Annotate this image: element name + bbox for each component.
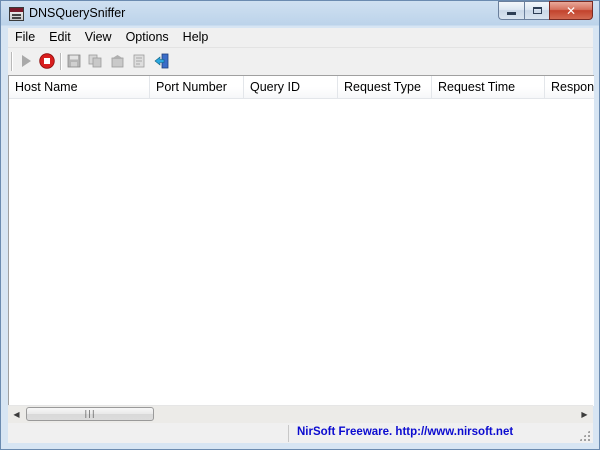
window-title: DNSQuerySniffer xyxy=(29,6,126,20)
close-icon: ✕ xyxy=(565,3,577,18)
minimize-icon xyxy=(507,12,516,15)
properties-button[interactable] xyxy=(130,52,148,70)
arrow-left-icon: ◀ xyxy=(13,410,20,419)
title-bar[interactable]: DNSQuerySniffer ✕ xyxy=(1,1,599,27)
properties-icon xyxy=(133,54,145,68)
copy-icon xyxy=(88,54,102,68)
maximize-icon xyxy=(532,7,542,14)
column-response[interactable]: Response xyxy=(545,76,594,98)
query-list[interactable]: Host Name Port Number Query ID Request T… xyxy=(8,75,594,406)
nirsoft-link[interactable]: NirSoft Freeware. http://www.nirsoft.net xyxy=(297,426,513,438)
menu-help[interactable]: Help xyxy=(176,28,216,47)
html-report-button[interactable] xyxy=(108,52,126,70)
menu-bar: File Edit View Options Help xyxy=(8,28,593,47)
app-icon[interactable] xyxy=(9,7,24,21)
play-icon xyxy=(22,55,31,67)
menu-edit[interactable]: Edit xyxy=(42,28,78,47)
toolbar xyxy=(8,47,593,75)
column-port-number[interactable]: Port Number xyxy=(150,76,244,98)
menu-view[interactable]: View xyxy=(78,28,119,47)
caption-buttons: ✕ xyxy=(498,1,593,21)
exit-button[interactable] xyxy=(153,52,171,70)
start-capture-button[interactable] xyxy=(17,52,35,70)
save-icon xyxy=(67,54,81,68)
status-pane-info xyxy=(8,425,286,442)
stop-capture-button[interactable] xyxy=(38,52,56,70)
exit-icon xyxy=(154,53,169,69)
status-bar: NirSoft Freeware. http://www.nirsoft.net xyxy=(8,423,593,443)
horizontal-scrollbar[interactable]: ◀ ||| ▶ xyxy=(8,405,593,423)
arrow-right-icon: ▶ xyxy=(581,410,588,419)
scroll-right-button[interactable]: ▶ xyxy=(576,406,593,423)
maximize-button[interactable] xyxy=(524,1,549,20)
column-header-row: Host Name Port Number Query ID Request T… xyxy=(9,76,594,99)
column-request-type[interactable]: Request Type xyxy=(338,76,432,98)
thumb-grip-icon: ||| xyxy=(84,409,96,418)
column-query-id[interactable]: Query ID xyxy=(244,76,338,98)
column-request-time[interactable]: Request Time xyxy=(432,76,545,98)
column-host-name[interactable]: Host Name xyxy=(9,76,150,98)
stop-icon xyxy=(39,53,55,69)
scroll-left-button[interactable]: ◀ xyxy=(8,406,25,423)
scrollbar-thumb[interactable]: ||| xyxy=(26,407,154,421)
toolbar-separator xyxy=(60,53,62,70)
close-button[interactable]: ✕ xyxy=(549,1,593,20)
minimize-button[interactable] xyxy=(498,1,524,20)
save-selected-button[interactable] xyxy=(65,52,83,70)
toolbar-grip[interactable] xyxy=(11,52,13,71)
menu-file[interactable]: File xyxy=(8,28,42,47)
menu-options[interactable]: Options xyxy=(119,28,176,47)
report-icon xyxy=(110,55,124,68)
copy-selected-button[interactable] xyxy=(86,52,104,70)
app-window: DNSQuerySniffer ✕ File Edit View Options… xyxy=(0,0,600,450)
